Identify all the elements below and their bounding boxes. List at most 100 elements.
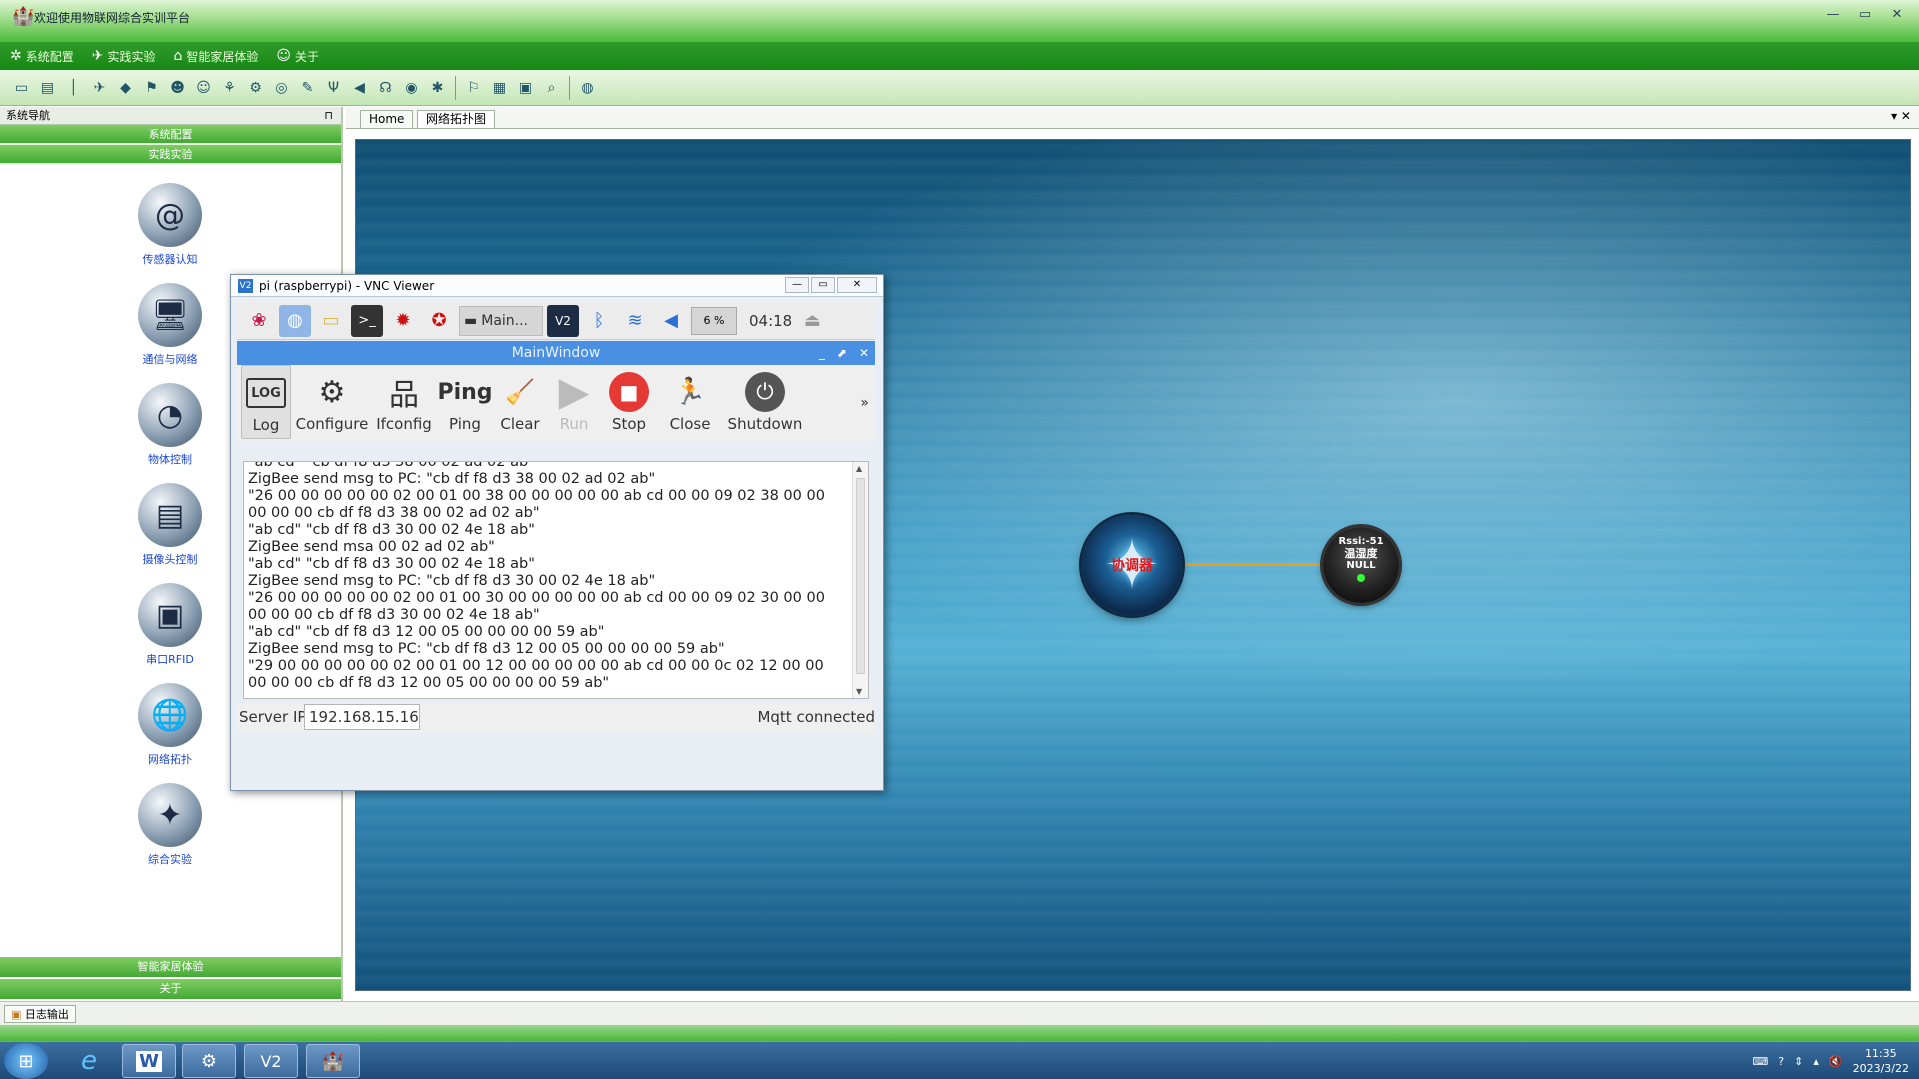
flag-icon[interactable]: ⚑ (140, 76, 163, 99)
menu-bar: ✲ 系统配置 ✈ 实践实验 ⌂ 智能家居体验 ☺ 关于 (0, 42, 1919, 70)
menu-system-config[interactable]: ✲ 系统配置 (10, 48, 74, 65)
volume-icon[interactable]: ◀ (655, 305, 687, 337)
printer-icon[interactable]: ▤ (36, 76, 59, 99)
help-icon[interactable]: ? (1778, 1055, 1784, 1068)
vnc-maximize-button[interactable]: ▭ (811, 277, 835, 293)
log-scrollbar[interactable]: ▲ ▼ (852, 462, 868, 698)
exit-icon[interactable]: ◍ (576, 76, 599, 99)
sensor-node[interactable]: Rssi:-51 温湿度 NULL (1323, 527, 1399, 603)
probe-icon[interactable]: │ (62, 76, 85, 99)
taskbar-tool[interactable]: ⚙ (182, 1044, 236, 1078)
sidebar-item-comprehensive[interactable]: ✦ 综合实验 (120, 783, 220, 867)
tab-controls[interactable]: ▾ ✕ (1891, 109, 1911, 123)
gear-icon[interactable]: ✱ (426, 76, 449, 99)
screen-icon[interactable]: ▣ (514, 76, 537, 99)
tab-home[interactable]: Home (360, 110, 414, 128)
log-output-tab[interactable]: ▣ 日志输出 (4, 1005, 76, 1023)
menu-about[interactable]: ☺ 关于 (276, 48, 319, 65)
server-ip-input[interactable]: 192.168.15.16 (304, 704, 420, 730)
system-clock[interactable]: 11:35 2023/3/22 (1853, 1046, 1909, 1076)
antenna-icon[interactable]: Ψ (322, 76, 345, 99)
scroll-thumb[interactable] (856, 478, 865, 674)
minimize-button[interactable]: — (1819, 6, 1847, 24)
volume-muted-icon[interactable]: 🔇 (1829, 1055, 1843, 1068)
book-icon[interactable]: ▦ (488, 76, 511, 99)
wifi-icon[interactable]: ≋ (619, 305, 651, 337)
eject-icon[interactable]: ⏏ (796, 305, 828, 337)
sidebar-item-topology[interactable]: 🌐 网络拓扑 (120, 683, 220, 767)
sidebar-section-smart-home[interactable]: 智能家居体验 (0, 957, 341, 977)
search-icon[interactable]: ⌕ (540, 76, 563, 99)
configure-button[interactable]: ⚙ Configure (295, 365, 369, 439)
package-icon[interactable]: ◆ (114, 76, 137, 99)
burst-icon[interactable]: ✹ (387, 305, 419, 337)
broadcast-icon[interactable]: ⚐ (462, 76, 485, 99)
sidebar-item-object-control[interactable]: ◔ 物体控制 (120, 383, 220, 467)
satellite-icon[interactable]: ✈ (88, 76, 111, 99)
start-button[interactable]: ⊞ (4, 1043, 48, 1079)
ifconfig-button[interactable]: 品 Ifconfig (373, 365, 435, 439)
globe-icon[interactable]: ◉ (400, 76, 423, 99)
vnc-close-button[interactable]: ✕ (837, 277, 877, 293)
tool-icon[interactable]: ✎ (296, 76, 319, 99)
sidebar-item-sensor[interactable]: @ 传感器认知 (120, 183, 220, 267)
sidebar-section-about[interactable]: 关于 (0, 979, 341, 999)
sidebar-title: 系统导航 (6, 109, 50, 122)
taskbar-mainwindow[interactable]: ▬ Main... (459, 305, 543, 336)
bluetooth-icon[interactable]: ᛒ (583, 305, 615, 337)
tab-network-topology[interactable]: 网络拓扑图 (417, 110, 496, 128)
taskbar-iot-platform[interactable]: 🏰 (306, 1044, 360, 1078)
scroll-down-icon[interactable]: ▼ (856, 687, 862, 696)
keyboard-icon[interactable]: ⌨ (1752, 1055, 1768, 1068)
show-hidden-icons[interactable]: ▴ (1813, 1055, 1819, 1068)
terminal-icon[interactable]: >_ (351, 304, 383, 337)
log-line: "ab cd" "cb df f8 d3 30 00 02 4e 18 ab" (248, 556, 535, 572)
settings-icon[interactable]: ⚙ (244, 76, 267, 99)
menu-practice[interactable]: ✈ 实践实验 (92, 48, 156, 65)
monitor-icon[interactable]: ▭ (10, 76, 33, 99)
log-text-area[interactable]: "ab cd" "cb df f8 d3 38 00 02 ad 02 ab" … (243, 461, 869, 699)
sidebar-item-network[interactable]: 🖥 通信与网络 (120, 283, 220, 367)
speaker-icon[interactable]: ◀ (348, 76, 371, 99)
close-button[interactable]: ✕ (1883, 6, 1911, 24)
sidebar-item-rfid[interactable]: ▣ 串口RFID (120, 583, 220, 667)
tray-icon[interactable]: ⇕ (1794, 1055, 1803, 1068)
taskbar-word[interactable]: W (122, 1044, 176, 1078)
browser-icon[interactable]: ◍ (279, 304, 311, 337)
taskbar-vnc[interactable]: V2 (244, 1044, 298, 1078)
log-button[interactable]: LOG Log (241, 365, 291, 439)
mainwindow-minimize-button[interactable]: _ (819, 341, 825, 365)
sidebar-section-practice[interactable]: 实践实验 (0, 145, 341, 165)
user-group-icon[interactable]: ☺ (192, 76, 215, 99)
mainwindow-controls: _ ⬈ ✕ (819, 341, 869, 365)
sidebar-section-system-config[interactable]: 系统配置 (0, 125, 341, 145)
network-icon[interactable]: ⚘ (218, 76, 241, 99)
taskbar-ie[interactable]: e (62, 1044, 116, 1078)
toolbar-overflow-button[interactable]: » (860, 395, 869, 411)
gear-icon: ✲ (10, 48, 22, 64)
mainwindow-maximize-button[interactable]: ⬈ (837, 341, 847, 365)
device-icon[interactable]: ◎ (270, 76, 293, 99)
maximize-button[interactable]: ▭ (1851, 6, 1879, 24)
vnc-server-icon[interactable]: V2 (547, 304, 579, 337)
router-icon[interactable]: ☊ (374, 76, 397, 99)
shutdown-button[interactable]: ⏻ Shutdown (725, 365, 805, 439)
user-icon[interactable]: ☻ (166, 76, 189, 99)
ping-button[interactable]: Ping Ping (437, 365, 492, 439)
vnc-minimize-button[interactable]: — (785, 277, 809, 293)
clear-button[interactable]: 🧹 Clear (495, 365, 545, 439)
app-title-bar: 🏰 欢迎使用物联网综合实训平台 — ▭ ✕ (0, 0, 1919, 42)
sidebar-item-camera[interactable]: ▤ 摄像头控制 (120, 483, 220, 567)
raspberry-menu-icon[interactable]: ❀ (243, 305, 275, 337)
mainwindow-close-button[interactable]: ✕ (859, 341, 869, 365)
pin-icon[interactable]: ⊓ (324, 107, 333, 125)
run-button[interactable]: ▶ Run (549, 365, 599, 439)
mathematica-icon[interactable]: ✪ (423, 305, 455, 337)
menu-smart-home[interactable]: ⌂ 智能家居体验 (174, 48, 259, 65)
close-app-button[interactable]: 🏃 Close (659, 365, 721, 439)
scroll-up-icon[interactable]: ▲ (856, 464, 862, 473)
system-tray: ⌨ ? ⇕ ▴ 🔇 11:35 2023/3/22 (1752, 1045, 1909, 1077)
stop-button[interactable]: ■ Stop (603, 365, 655, 439)
coordinator-node[interactable]: ✦ 协调器 (1082, 515, 1182, 615)
folder-icon[interactable]: ▭ (315, 305, 347, 337)
